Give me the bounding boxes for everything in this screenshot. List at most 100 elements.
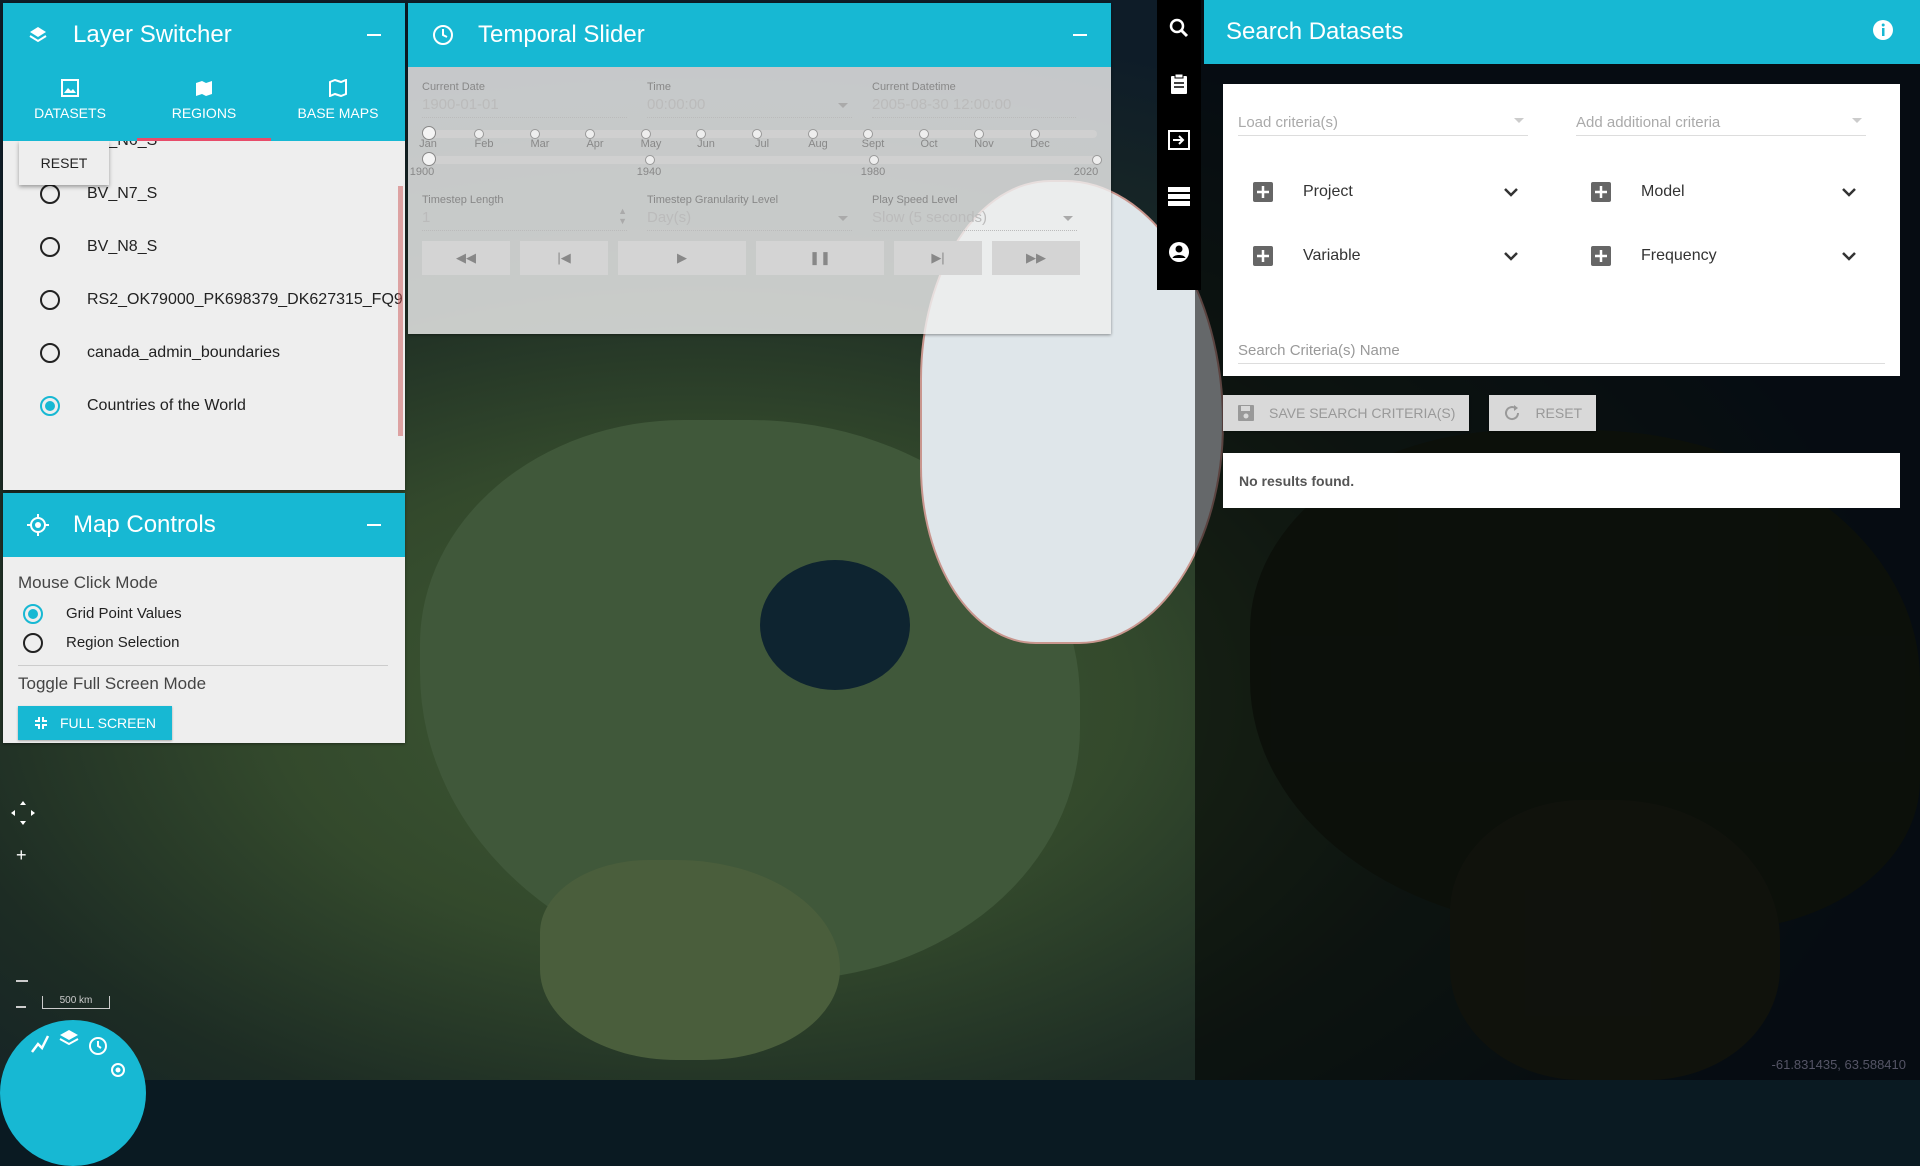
collapse-icon[interactable]	[367, 524, 381, 526]
map-controls-header: Map Controls	[3, 493, 405, 557]
layer-switcher-panel: Layer Switcher DATASETS REGIONS BASE MAP…	[3, 3, 405, 490]
reset-button[interactable]: RESET	[19, 141, 109, 185]
clock-icon	[430, 22, 456, 48]
temporal-slider-title: Temporal Slider	[478, 21, 645, 48]
clipboard-button[interactable]	[1157, 56, 1201, 112]
list-item[interactable]: canada_admin_boundaries	[3, 326, 405, 379]
full-screen-button[interactable]: FULL SCREEN	[18, 706, 172, 740]
hudson-bay	[760, 560, 910, 690]
storage-button[interactable]	[1157, 168, 1201, 224]
timestep-length-field[interactable]: Timestep Length 1 ▲ ▼	[422, 180, 647, 231]
year-label: 2020	[1073, 166, 1099, 178]
step-forward-button[interactable]: ▶|	[894, 241, 982, 275]
skip-previous-icon: |◀	[557, 250, 571, 265]
move-icon	[11, 801, 35, 825]
radio-button[interactable]	[40, 289, 60, 310]
list-item[interactable]: Countries of the World	[3, 379, 405, 432]
criteria-project[interactable]: Project	[1238, 177, 1528, 207]
search-datasets-header: Search Datasets	[1204, 0, 1920, 64]
zoom-in-button[interactable]: +	[16, 845, 27, 866]
layer-switcher-title: Layer Switcher	[73, 21, 232, 48]
radio-button[interactable]	[23, 632, 43, 653]
list-item[interactable]: BV_N8_S	[3, 220, 405, 273]
year-label: 1980	[860, 166, 886, 178]
option-grid-point-values[interactable]: Grid Point Values	[18, 599, 390, 628]
zoom-out-button[interactable]	[16, 1006, 26, 1008]
year-slider-handle[interactable]	[422, 152, 436, 166]
current-date-field[interactable]: Current Date 1900-01-01	[422, 67, 647, 118]
clipboard-icon	[1171, 73, 1187, 94]
layer-tabs: DATASETS REGIONS BASE MAPS	[3, 67, 405, 141]
quick-tools-menu[interactable]	[0, 1020, 146, 1166]
account-button[interactable]	[1157, 224, 1201, 280]
load-criteria-placeholder: Load criteria(s)	[1238, 114, 1339, 131]
year-tick	[645, 155, 655, 165]
radio-button[interactable]	[40, 342, 60, 363]
vertical-toolbar	[1157, 0, 1201, 290]
search-button[interactable]	[1157, 0, 1201, 56]
play-speed-label: Play Speed Level	[872, 194, 958, 206]
year-label: 1940	[636, 166, 662, 178]
search-icon	[1169, 18, 1189, 38]
add-box-icon	[1253, 246, 1273, 266]
granularity-field[interactable]: Timestep Granularity Level Day(s)	[647, 180, 872, 231]
option-region-selection[interactable]: Region Selection	[18, 628, 390, 657]
year-slider[interactable]	[422, 152, 1102, 166]
tab-base-maps[interactable]: BASE MAPS	[271, 67, 405, 141]
stepper-icon[interactable]: ▲ ▼	[618, 206, 627, 230]
criteria-label: Model	[1641, 183, 1685, 200]
regions-icon	[196, 81, 212, 96]
dropdown-icon	[1063, 216, 1073, 221]
criteria-model[interactable]: Model	[1576, 177, 1866, 207]
zoom-slider-icon[interactable]	[16, 980, 28, 982]
add-criteria-select[interactable]: Add additional criteria	[1576, 96, 1866, 136]
month-label: Oct	[920, 138, 938, 150]
scrollbar[interactable]	[398, 186, 403, 436]
layer-label: canada_admin_boundaries	[87, 343, 281, 361]
fast-forward-button[interactable]: ▶▶	[992, 241, 1080, 275]
month-label: Jan	[419, 138, 437, 150]
year-tick	[869, 155, 879, 165]
load-criteria-select[interactable]: Load criteria(s)	[1238, 96, 1528, 136]
radio-button-selected[interactable]	[40, 395, 60, 416]
criteria-variable[interactable]: Variable	[1238, 241, 1528, 271]
radio-button[interactable]	[40, 236, 60, 257]
year-label: 1900	[409, 166, 435, 178]
current-datetime-value: 2005-08-30 12:00:00	[872, 96, 1012, 113]
collapse-icon[interactable]	[1073, 34, 1087, 36]
add-criteria-placeholder: Add additional criteria	[1576, 114, 1721, 131]
temporal-slider-header: Temporal Slider	[408, 3, 1111, 67]
criteria-frequency[interactable]: Frequency	[1576, 241, 1866, 271]
chevron-down-icon	[1504, 252, 1518, 261]
dropdown-icon	[1514, 118, 1524, 123]
play-speed-field[interactable]: Play Speed Level Slow (5 seconds)	[872, 180, 1097, 231]
save-search-criteria-button[interactable]: SAVE SEARCH CRITERIA(S)	[1223, 395, 1470, 431]
collapse-icon[interactable]	[367, 34, 381, 36]
reset-search-button[interactable]: RESET	[1489, 395, 1597, 431]
dropdown-icon	[1852, 118, 1862, 123]
rewind-button[interactable]: ◀◀	[422, 241, 510, 275]
playback-controls: ◀◀ |◀ ▶ ❚❚ ▶| ▶▶	[422, 241, 1097, 275]
radio-button-selected[interactable]	[23, 603, 43, 624]
current-datetime-field[interactable]: Current Datetime 2005-08-30 12:00:00	[872, 67, 1097, 118]
play-button[interactable]: ▶	[618, 241, 746, 275]
tab-regions[interactable]: REGIONS	[137, 67, 271, 141]
tab-datasets[interactable]: DATASETS	[3, 67, 137, 141]
step-back-button[interactable]: |◀	[520, 241, 608, 275]
exit-button[interactable]	[1157, 112, 1201, 168]
time-field[interactable]: Time 00:00:00	[647, 67, 872, 118]
option-label: Region Selection	[66, 634, 180, 651]
cursor-coordinates: -61.831435, 63.588410	[1771, 1057, 1906, 1072]
month-slider[interactable]	[422, 126, 1097, 140]
layer-label: BV_N7_S	[87, 184, 158, 202]
add-box-icon	[1591, 182, 1611, 202]
info-icon[interactable]	[1872, 19, 1894, 46]
list-item[interactable]: RS2_OK79000_PK698379_DK627315_FQ9	[3, 273, 405, 326]
layer-label: RS2_OK79000_PK698379_DK627315_FQ9	[87, 290, 403, 308]
pan-control[interactable]	[10, 800, 36, 831]
criteria-name-input[interactable]: Search Criteria(s) Name	[1238, 342, 1885, 364]
pause-button[interactable]: ❚❚	[756, 241, 884, 275]
radio-button[interactable]	[40, 183, 60, 204]
criteria-label: Frequency	[1641, 247, 1717, 264]
option-label: Grid Point Values	[66, 605, 182, 622]
